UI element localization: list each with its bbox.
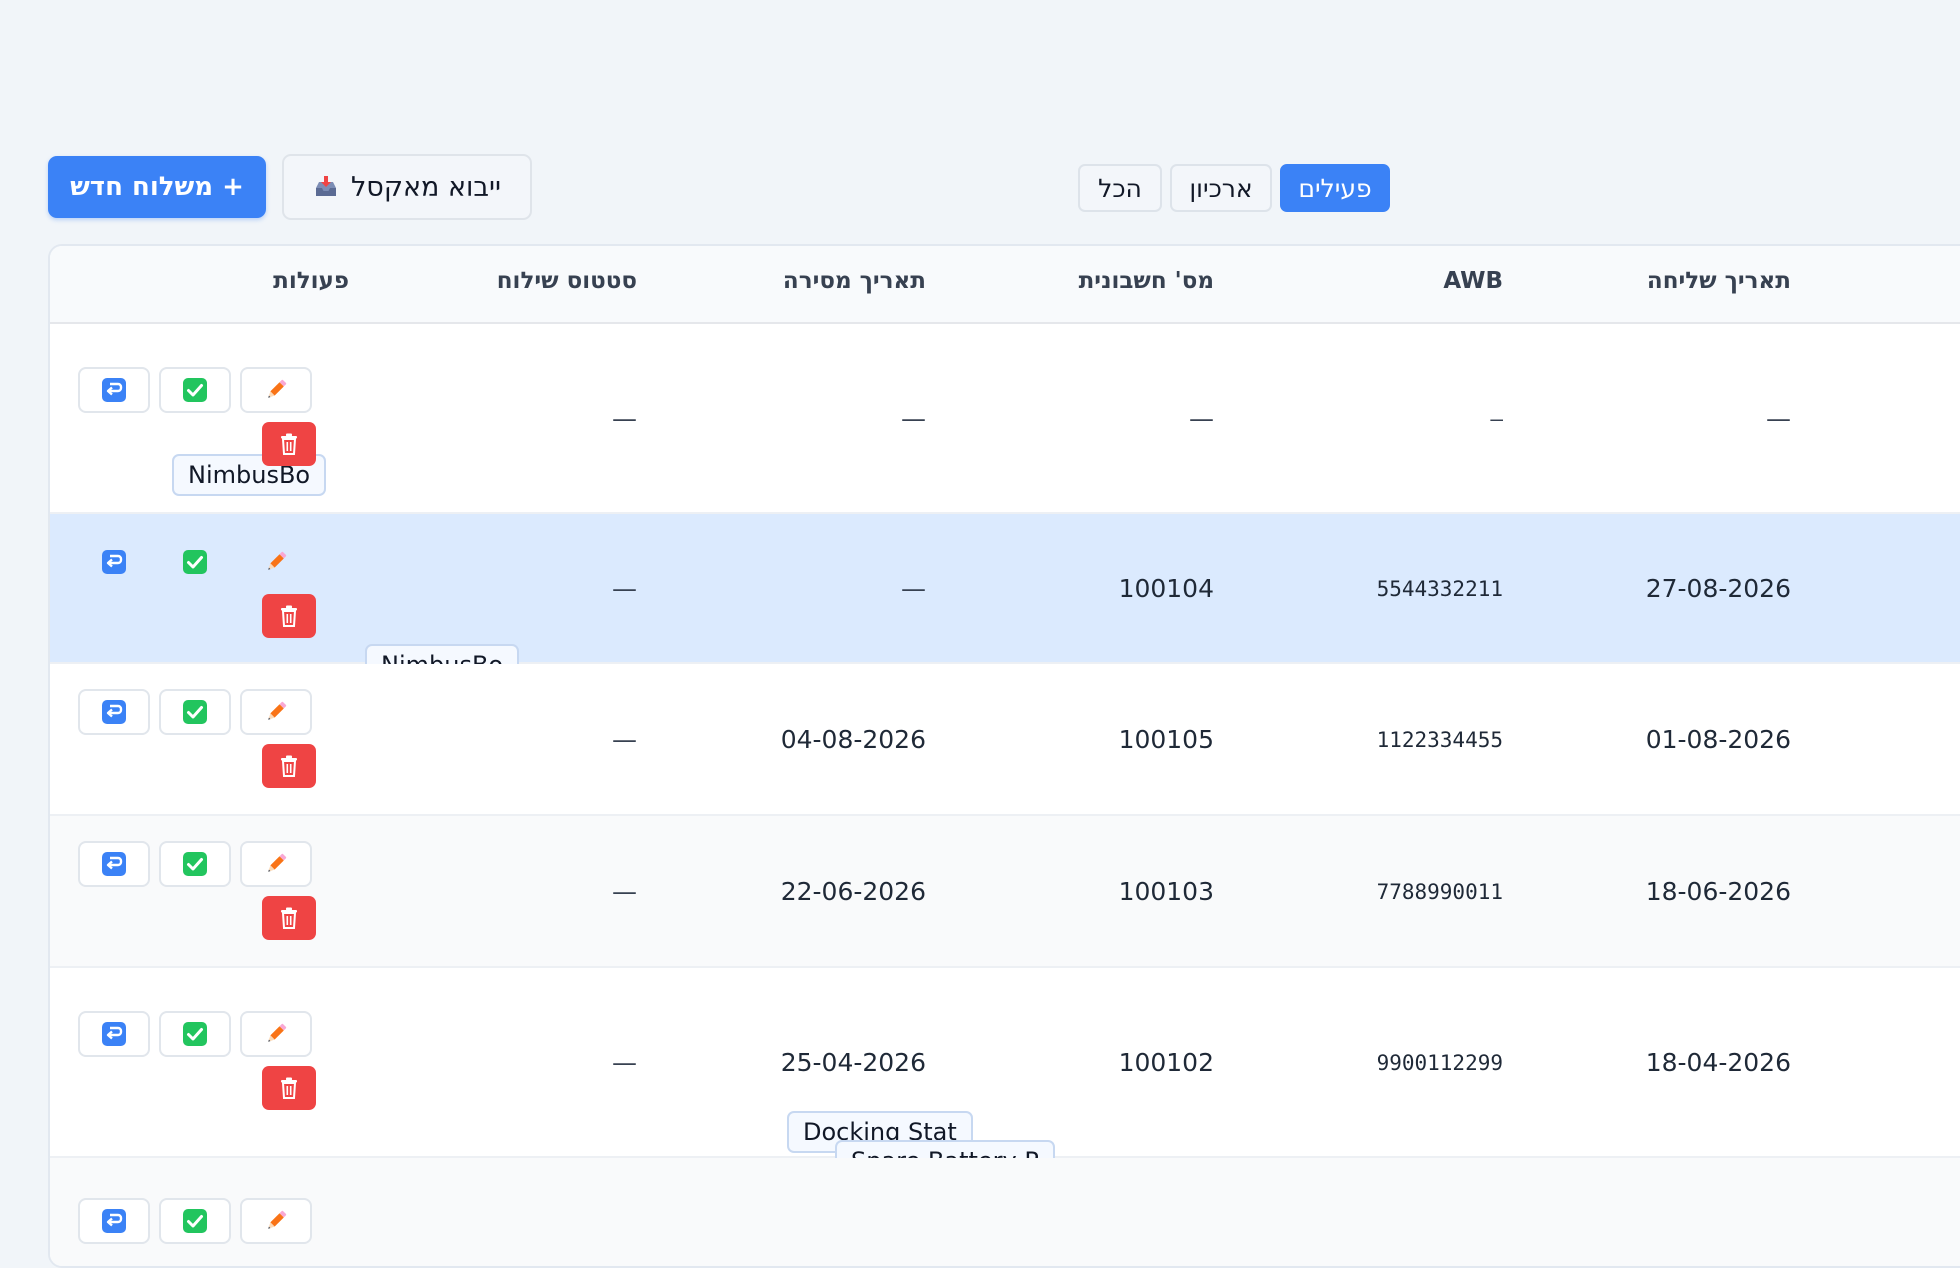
edit-pencil-icon (262, 1020, 290, 1048)
table-row[interactable]: 18-06-2026778899001110010322-06-2026—Nim… (50, 816, 1960, 1014)
edit-pencil-icon (262, 376, 290, 404)
approve-button[interactable] (159, 1011, 231, 1057)
delete-button[interactable] (262, 744, 316, 788)
new-shipment-button[interactable]: משלוח חדש + (48, 156, 266, 218)
edit-pencil-icon (262, 1207, 290, 1235)
cell-status: — (612, 725, 637, 754)
filter-all-label: הכל (1098, 173, 1142, 203)
approve-button[interactable] (159, 539, 231, 585)
table-row[interactable]: 27-08-20265544332211100104——NimbusBoNimb… (50, 514, 1960, 731)
cell-delivery-date: 04-08-2026 (780, 725, 926, 754)
col-header-awb: AWB (1443, 268, 1503, 294)
trash-icon (280, 755, 298, 777)
return-arrow-icon (101, 851, 127, 877)
cell-invoice: — (1189, 404, 1214, 433)
edit-button[interactable] (240, 689, 312, 735)
check-mark-icon (182, 377, 208, 403)
edit-button[interactable] (240, 539, 312, 585)
delete-button[interactable] (262, 594, 316, 638)
filter-archive-label: ארכיון (1189, 173, 1253, 203)
edit-pencil-icon (262, 548, 290, 576)
check-mark-icon (182, 549, 208, 575)
cell-ship-date: — (1766, 404, 1791, 433)
table-header: תאריך שליחה AWB מס' חשבונית תאריך מסירה … (50, 246, 1960, 324)
table-row[interactable] (50, 1158, 1960, 1266)
approve-button[interactable] (159, 841, 231, 887)
cell-invoice: 100105 (1118, 725, 1214, 754)
cell-status: — (612, 574, 637, 603)
return-arrow-icon (101, 699, 127, 725)
delete-button[interactable] (262, 422, 316, 466)
filter-active-tab[interactable]: פעילים (1280, 164, 1390, 212)
col-header-actions: פעולות (273, 268, 349, 294)
return-arrow-icon (101, 549, 127, 575)
approve-button[interactable] (159, 689, 231, 735)
return-arrow-icon (101, 1021, 127, 1047)
cell-invoice: 100103 (1118, 877, 1214, 906)
inbox-tray-icon (313, 174, 339, 200)
edit-button[interactable] (240, 1198, 312, 1244)
trash-icon (280, 605, 298, 627)
return-arrow-icon (101, 1208, 127, 1234)
return-button[interactable] (78, 1011, 150, 1057)
return-button[interactable] (78, 841, 150, 887)
cell-awb: — (1490, 407, 1503, 431)
col-header-status: סטטוס שילוח (496, 268, 637, 294)
cell-status: — (612, 404, 637, 433)
filter-all-tab[interactable]: הכל (1078, 164, 1162, 212)
cell-awb: 9900112299 (1376, 1051, 1503, 1075)
table-row[interactable]: 18-04-2026 9900112299 100102 25-04-2026— Doc… (50, 968, 1960, 1182)
return-button[interactable] (78, 539, 150, 585)
approve-button[interactable] (159, 367, 231, 413)
edit-pencil-icon (262, 698, 290, 726)
return-button[interactable] (78, 1198, 150, 1244)
cell-awb: 5544332211 (1376, 577, 1503, 601)
approve-button[interactable] (159, 1198, 231, 1244)
filter-archive-tab[interactable]: ארכיון (1170, 164, 1272, 212)
return-button[interactable] (78, 689, 150, 735)
cell-ship-date: 18-06-2026 (1645, 877, 1791, 906)
col-header-ship-date: תאריך שליחה (1646, 268, 1791, 294)
return-arrow-icon (101, 377, 127, 403)
cell-invoice: 100104 (1118, 574, 1214, 603)
check-mark-icon (182, 699, 208, 725)
trash-icon (280, 433, 298, 455)
col-header-delivery-date: תאריך מסירה (782, 268, 926, 294)
delete-button[interactable] (262, 1066, 316, 1110)
cell-awb: 7788990011 (1376, 880, 1503, 904)
edit-pencil-icon (262, 850, 290, 878)
cell-delivery-date: 25-04-2026 (780, 1048, 926, 1077)
cell-ship-date: 18-04-2026 (1645, 1048, 1791, 1077)
cell-status: — (612, 877, 637, 906)
table-row[interactable]: 01-08-2026112233445510010504-08-2026—Spa… (50, 664, 1960, 878)
cell-delivery-date: 22-06-2026 (780, 877, 926, 906)
edit-button[interactable] (240, 367, 312, 413)
trash-icon (280, 907, 298, 929)
cell-delivery-date: — (901, 404, 926, 433)
table-row[interactable]: — — — — — NimbusBo (50, 324, 1960, 514)
cell-awb: 1122334455 (1376, 728, 1503, 752)
edit-button[interactable] (240, 841, 312, 887)
shipments-table: תאריך שליחה AWB מס' חשבונית תאריך מסירה … (48, 244, 1960, 1268)
filter-active-label: פעילים (1298, 173, 1372, 203)
edit-button[interactable] (240, 1011, 312, 1057)
import-excel-label: ייבוא מאקסל (350, 171, 502, 203)
check-mark-icon (182, 1208, 208, 1234)
col-header-invoice: מס' חשבונית (1078, 268, 1214, 294)
return-button[interactable] (78, 367, 150, 413)
delete-button[interactable] (262, 896, 316, 940)
trash-icon (280, 1077, 298, 1099)
new-shipment-label: משלוח חדש + (70, 172, 244, 202)
cell-ship-date: 27-08-2026 (1645, 574, 1791, 603)
cell-delivery-date: — (901, 574, 926, 603)
import-excel-button[interactable]: ייבוא מאקסל (282, 154, 532, 220)
cell-invoice: 100102 (1118, 1048, 1214, 1077)
cell-ship-date: 01-08-2026 (1645, 725, 1791, 754)
check-mark-icon (182, 1021, 208, 1047)
cell-status: — (612, 1048, 637, 1077)
check-mark-icon (182, 851, 208, 877)
